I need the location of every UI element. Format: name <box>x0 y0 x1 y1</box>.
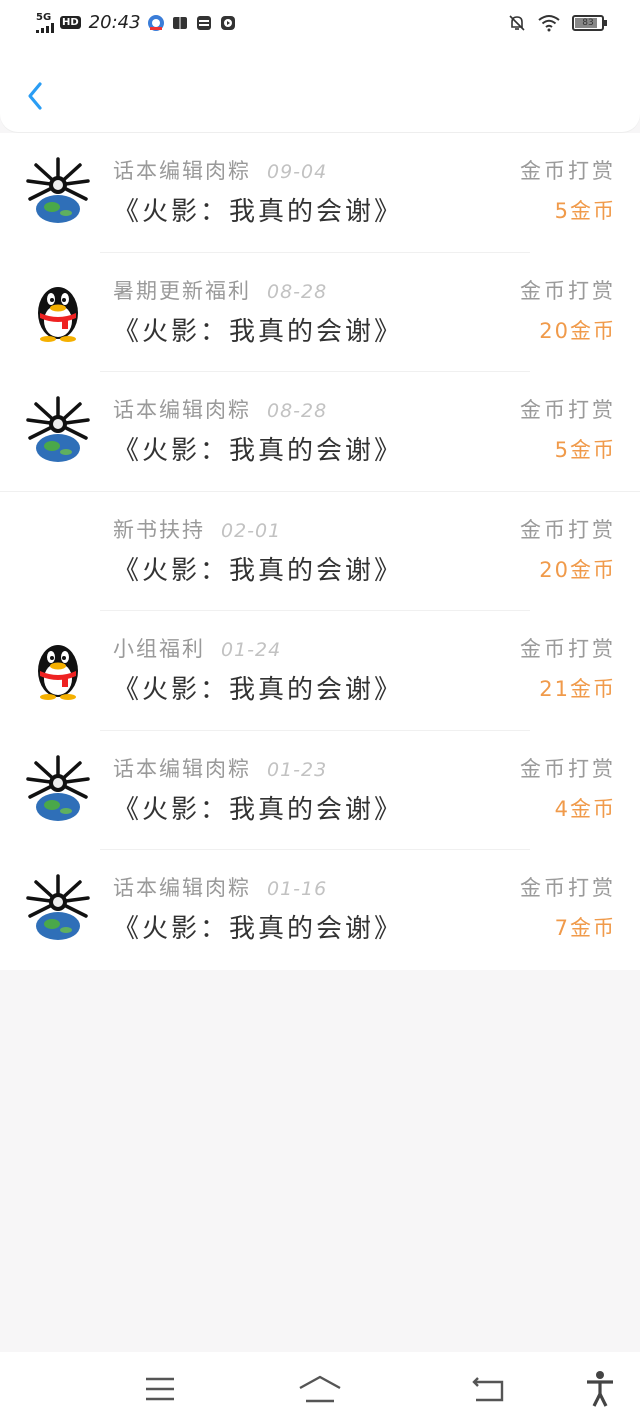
item-author: 小组福利 <box>113 637 205 661</box>
item-author: 话本编辑肉粽 <box>113 756 251 781</box>
menu-icon[interactable] <box>144 1374 176 1404</box>
reward-label: 金币打赏 <box>520 756 616 781</box>
item-date: 08-28 <box>267 280 328 303</box>
app-header <box>0 50 640 132</box>
spider-earth-avatar-icon <box>26 157 90 223</box>
item-meta: 话本编辑肉粽 01-23 <box>113 753 327 783</box>
item-author: 暑期更新福利 <box>113 278 251 303</box>
item-author: 新书扶持 <box>113 517 205 542</box>
system-nav-bar <box>0 1352 640 1428</box>
reward-label: 金币打赏 <box>520 159 616 183</box>
battery-level: 83 <box>582 18 594 28</box>
item-title: 《火影：我真的会谢》 <box>113 197 404 227</box>
status-bar: 5G HD 20:43 83 <box>0 0 640 50</box>
list-item[interactable]: 话本编辑肉粽 01-23 《火影：我真的会谢》 金币打赏 4金币 <box>0 731 640 850</box>
reward-amount: 5金币 <box>554 199 616 223</box>
item-meta: 话本编辑肉粽 09-04 <box>113 155 327 185</box>
item-title: 《火影：我真的会谢》 <box>113 316 404 347</box>
hd-badge: HD <box>60 16 81 29</box>
reward-amount: 7金币 <box>554 916 616 940</box>
spider-earth-avatar-icon <box>26 754 90 821</box>
list-item[interactable]: 暑期更新福利 08-28 《火影：我真的会谢》 金币打赏 20金币 <box>0 253 640 372</box>
back-nav-icon[interactable] <box>470 1374 506 1404</box>
item-meta: 话本编辑肉粽 01-16 <box>113 872 327 902</box>
item-date: 02-01 <box>221 519 282 542</box>
reward-amount: 20金币 <box>539 318 616 343</box>
item-author: 话本编辑肉粽 <box>113 159 251 183</box>
item-date: 01-16 <box>267 878 328 900</box>
app-notification-icon <box>147 14 164 31</box>
list-item[interactable]: 话本编辑肉粽 01-16 《火影：我真的会谢》 金币打赏 7金币 <box>0 850 640 970</box>
reward-list: 话本编辑肉粽 09-04 《火影：我真的会谢》 金币打赏 5金币 暑期更新福利 08… <box>0 133 640 970</box>
item-title: 《火影：我真的会谢》 <box>113 555 404 586</box>
reward-label: 金币打赏 <box>520 398 616 422</box>
item-date: 01-24 <box>221 639 282 661</box>
list-item[interactable]: 话本编辑肉粽 09-04 《火影：我真的会谢》 金币打赏 5金币 <box>0 133 640 253</box>
network-type: 5G <box>36 11 52 23</box>
item-meta: 话本编辑肉粽 08-28 <box>113 394 327 424</box>
list-item[interactable]: 小组福利 01-24 《火影：我真的会谢》 金币打赏 21金币 <box>0 611 640 731</box>
list-item[interactable]: 新书扶持 02-01 《火影：我真的会谢》 金币打赏 20金币 <box>0 492 640 611</box>
item-author: 话本编辑肉粽 <box>113 876 251 900</box>
spider-earth-avatar-icon <box>26 874 90 940</box>
wifi-icon <box>538 15 560 32</box>
item-author: 话本编辑肉粽 <box>113 398 251 422</box>
mute-bell-icon <box>509 15 525 31</box>
penguin-avatar-icon <box>38 645 78 700</box>
item-date: 01-23 <box>267 758 328 781</box>
reward-label: 金币打赏 <box>520 876 616 900</box>
item-meta: 暑期更新福利 08-28 <box>113 275 327 305</box>
reward-label: 金币打赏 <box>520 278 616 303</box>
book-icon <box>172 16 187 29</box>
play-icon <box>220 15 235 30</box>
card-icon <box>196 15 211 30</box>
item-title: 《火影：我真的会谢》 <box>113 436 404 466</box>
status-time: 20:43 <box>88 12 141 33</box>
battery-icon: 83 <box>572 15 607 31</box>
reward-amount: 5金币 <box>554 438 616 462</box>
reward-amount: 21金币 <box>539 677 616 701</box>
home-icon[interactable] <box>298 1374 342 1404</box>
item-title: 《火影：我真的会谢》 <box>113 794 404 825</box>
reward-amount: 20金币 <box>539 557 616 582</box>
item-date: 09-04 <box>267 161 328 183</box>
signal-indicator: 5G <box>36 11 54 33</box>
reward-amount: 4金币 <box>554 796 616 821</box>
item-title: 《火影：我真的会谢》 <box>113 675 404 705</box>
item-title: 《火影：我真的会谢》 <box>113 914 404 944</box>
list-item[interactable]: 话本编辑肉粽 08-28 《火影：我真的会谢》 金币打赏 5金币 <box>0 372 640 492</box>
reward-label: 金币打赏 <box>520 637 616 661</box>
item-meta: 小组福利 01-24 <box>113 633 281 663</box>
spider-earth-avatar-icon <box>26 396 90 462</box>
signal-icon <box>36 22 54 33</box>
penguin-avatar-icon <box>38 286 78 342</box>
reward-label: 金币打赏 <box>520 517 616 542</box>
item-meta: 新书扶持 02-01 <box>113 514 281 544</box>
back-arrow-icon[interactable] <box>22 78 50 114</box>
item-date: 08-28 <box>267 400 328 422</box>
accessibility-icon[interactable] <box>584 1370 616 1408</box>
